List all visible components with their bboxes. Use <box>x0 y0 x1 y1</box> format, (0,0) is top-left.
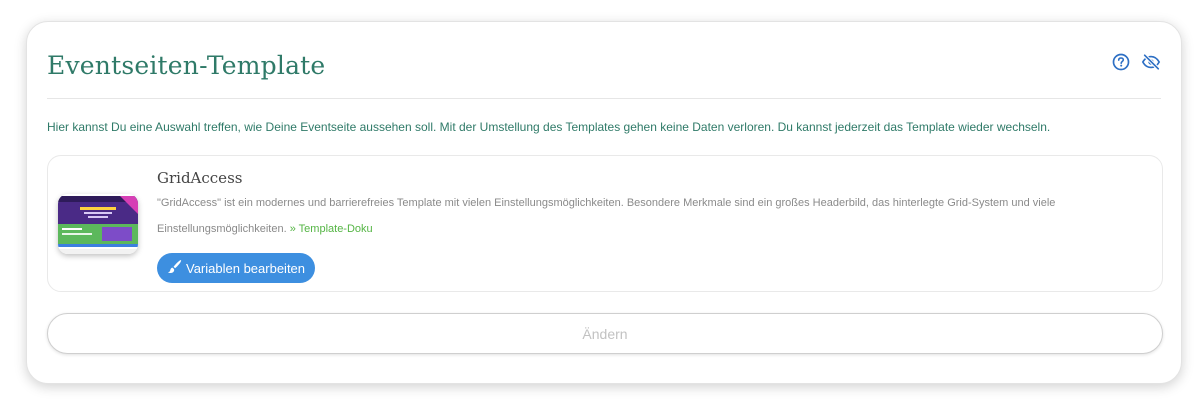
question-circle-icon[interactable] <box>1111 52 1131 72</box>
card-header: Eventseiten-Template <box>47 22 1161 99</box>
change-template-button[interactable]: Ändern <box>47 313 1163 354</box>
intro-text: Hier kannst Du eine Auswahl treffen, wie… <box>47 120 1051 134</box>
template-thumbnail[interactable] <box>58 194 138 254</box>
template-name: GridAccess <box>157 169 243 187</box>
paintbrush-icon <box>167 259 182 277</box>
template-doc-link[interactable]: » Template-Doku <box>290 223 373 235</box>
template-option: GridAccess "GridAccess" ist ein modernes… <box>47 155 1163 292</box>
event-template-card: Eventseiten-Template Hier kannst Du eine… <box>26 21 1182 384</box>
card-title: Eventseiten-Template <box>47 51 326 80</box>
eye-slash-icon[interactable] <box>1141 52 1161 72</box>
edit-variables-button[interactable]: Variablen bearbeiten <box>157 253 316 283</box>
template-preview-image <box>58 194 138 254</box>
template-description: "GridAccess" ist ein modernes und barrie… <box>157 190 1147 242</box>
edit-variables-label: Variablen bearbeiten <box>186 260 306 276</box>
header-icons <box>1111 52 1161 72</box>
